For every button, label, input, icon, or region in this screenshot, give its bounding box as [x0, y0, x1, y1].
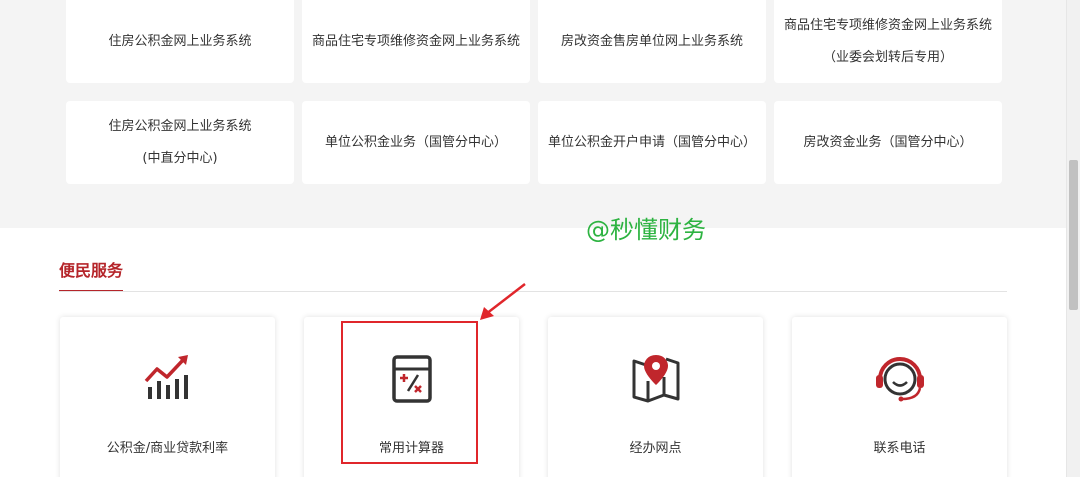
service-card-service-points[interactable]: 经办网点 [548, 317, 763, 477]
service-card-loan-rates[interactable]: 公积金/商业贷款利率 [60, 317, 275, 477]
biz-card-unit-fund-account-open[interactable]: 单位公积金开户申请（国管分中心） [538, 101, 766, 184]
biz-card-housing-fund-online[interactable]: 住房公积金网上业务系统 [66, 0, 294, 83]
map-location-icon [632, 355, 679, 403]
service-label: 经办网点 [629, 441, 682, 456]
biz-card-label: 单位公积金开户申请（国管分中心） [547, 134, 756, 150]
biz-card-reform-fund-business[interactable]: 房改资金业务（国管分中心） [774, 101, 1002, 184]
service-label: 常用计算器 [378, 441, 444, 456]
bar-chart-trend-icon [144, 355, 188, 399]
biz-card-sublabel: (中直分中心) [142, 150, 218, 166]
biz-card-sublabel: （业委会划转后专用） [822, 49, 953, 65]
service-label: 联系电话 [873, 441, 926, 456]
scrollbar-thumb[interactable] [1069, 160, 1078, 310]
biz-card-reform-fund-seller-online[interactable]: 房改资金售房单位网上业务系统 [538, 0, 766, 83]
biz-card-label: 房改资金售房单位网上业务系统 [560, 33, 743, 49]
service-card-contact-phone[interactable]: 联系电话 [792, 317, 1007, 477]
annotation-arrow-icon [480, 283, 526, 320]
biz-card-label: 单位公积金业务（国管分中心） [324, 134, 507, 150]
biz-card-label: 住房公积金网上业务系统 [108, 33, 252, 49]
services-grid: 公积金/商业贷款利率 常用计算器 经办网点 联系电话 [60, 317, 1007, 477]
section-divider [59, 291, 1007, 292]
watermark-text: @秒懂财务 [586, 216, 706, 244]
calculator-icon [391, 355, 432, 403]
service-label: 公积金/商业贷款利率 [106, 441, 229, 456]
service-card-calculator[interactable]: 常用计算器 [304, 317, 519, 477]
biz-card-label: 商品住宅专项维修资金网上业务系统 [783, 17, 992, 33]
biz-card-maintenance-fund-committee[interactable]: 商品住宅专项维修资金网上业务系统 （业委会划转后专用） [774, 0, 1002, 83]
biz-card-label: 房改资金业务（国管分中心） [803, 134, 973, 150]
biz-card-housing-fund-central[interactable]: 住房公积金网上业务系统 (中直分中心) [66, 101, 294, 184]
business-systems-grid: 住房公积金网上业务系统 商品住宅专项维修资金网上业务系统 房改资金售房单位网上业… [66, 0, 1002, 184]
biz-card-unit-fund-business[interactable]: 单位公积金业务（国管分中心） [302, 101, 530, 184]
section-title: 便民服务 [59, 260, 124, 292]
biz-card-label: 商品住宅专项维修资金网上业务系统 [311, 33, 520, 49]
headset-icon [875, 357, 924, 402]
biz-card-label: 住房公积金网上业务系统 [108, 118, 252, 134]
biz-card-maintenance-fund-online[interactable]: 商品住宅专项维修资金网上业务系统 [302, 0, 530, 83]
